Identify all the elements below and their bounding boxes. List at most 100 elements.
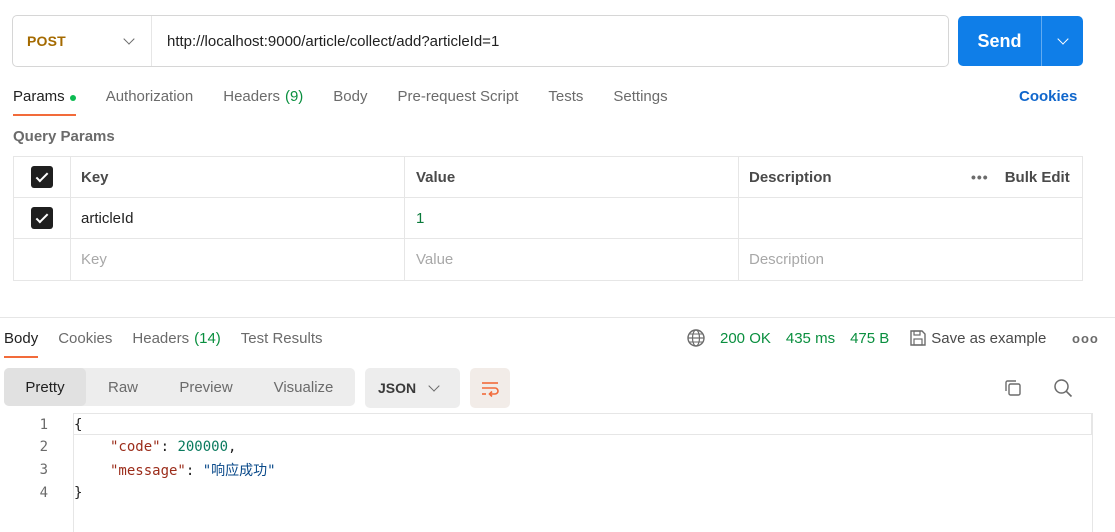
json-separator: : [185, 462, 203, 479]
new-description-input[interactable]: Description [739, 239, 1082, 280]
column-header-value: Value [405, 157, 739, 197]
json-comma: , [228, 438, 237, 455]
view-mode-raw[interactable]: Raw [86, 368, 160, 406]
table-header-row: Key Value Description ••• Bulk Edit [14, 157, 1082, 198]
tab-label: Cookies [58, 330, 113, 347]
code-text: "message": "响应成功" [110, 460, 276, 480]
json-string: "响应成功" [202, 462, 276, 479]
json-key: "message" [110, 462, 186, 479]
response-status: 200 OK 435 ms 475 B Save as example [686, 328, 1046, 348]
new-key-input[interactable]: Key [71, 239, 405, 280]
tab-settings[interactable]: Settings [613, 86, 667, 116]
line-number: 4 [39, 484, 48, 501]
query-params-title: Query Params [13, 128, 115, 145]
response-headers-count: (14) [194, 330, 221, 347]
response-time[interactable]: 435 ms [786, 330, 835, 347]
more-options-icon[interactable]: ooo [1072, 331, 1099, 346]
tab-label: Authorization [105, 88, 194, 105]
copy-icon [1005, 380, 1021, 396]
more-options-icon[interactable]: ••• [971, 169, 989, 185]
tab-response-body[interactable]: Body [4, 328, 39, 358]
method-select[interactable]: POST [13, 16, 152, 66]
row-check-cell [14, 239, 71, 280]
tab-label: Body [333, 88, 368, 105]
tab-headers[interactable]: Headers (9) [223, 86, 303, 116]
tab-label: Body [4, 330, 39, 347]
tab-label: Tests [548, 88, 584, 105]
chevron-down-icon [428, 380, 440, 392]
row-check-cell [14, 198, 71, 238]
tab-authorization[interactable]: Authorization [106, 86, 194, 116]
tab-params[interactable]: Params [13, 86, 76, 116]
param-value[interactable]: 1 [405, 198, 739, 238]
send-button-group: Send [958, 16, 1083, 66]
response-size[interactable]: 475 B [850, 330, 889, 347]
bulk-edit-button[interactable]: Bulk Edit [1005, 169, 1070, 186]
param-key[interactable]: articleId [71, 198, 405, 238]
url-input[interactable] [152, 16, 948, 66]
view-mode-pretty[interactable]: Pretty [4, 368, 86, 406]
search-button[interactable] [1050, 375, 1076, 401]
tab-label: Pre-request Script [397, 88, 519, 105]
request-bar: POST [12, 15, 949, 67]
column-header-key: Key [71, 157, 405, 197]
view-mode-visualize[interactable]: Visualize [252, 368, 355, 406]
tab-label: Test Results [240, 330, 323, 347]
tab-response-headers[interactable]: Headers (14) [132, 328, 220, 358]
table-row-empty: Key Value Description [14, 239, 1082, 280]
json-separator: : [160, 438, 178, 455]
new-value-input[interactable]: Value [405, 239, 739, 280]
param-description[interactable] [739, 198, 1082, 238]
status-code[interactable]: 200 OK [720, 330, 771, 347]
tab-tests[interactable]: Tests [548, 86, 583, 116]
line-number: 3 [39, 461, 48, 478]
table-row: articleId 1 [14, 198, 1082, 239]
code-text: { [74, 416, 83, 433]
save-as-example-button[interactable]: Save as example [931, 330, 1046, 347]
view-mode-preview[interactable]: Preview [160, 368, 252, 406]
tab-test-results[interactable]: Test Results [241, 328, 323, 358]
chevron-down-icon [1056, 33, 1069, 45]
tab-label: Params [13, 88, 65, 105]
response-body-viewer[interactable]: 1 { 2 "code": 200000, 3 "message": "响应成功… [0, 413, 1115, 532]
tab-label: Settings [613, 88, 668, 105]
code-text: } [74, 484, 83, 501]
code-text: "code": 200000, [110, 439, 236, 455]
line-number: 2 [39, 438, 48, 455]
bulk-edit-area: ••• Bulk Edit [959, 157, 1082, 197]
column-header-description: Description [749, 168, 832, 186]
row-checkbox[interactable] [31, 207, 53, 229]
json-number: 200000 [177, 438, 229, 455]
send-button[interactable]: Send [958, 16, 1042, 66]
search-icon [1054, 379, 1073, 398]
select-all-cell [14, 157, 71, 197]
code-line: 1 { [0, 413, 1115, 436]
tab-label: Headers [223, 88, 280, 105]
save-icon [909, 329, 927, 347]
cookies-link[interactable]: Cookies [1019, 88, 1077, 105]
query-params-table: Key Value Description ••• Bulk Edit arti… [13, 156, 1083, 281]
globe-icon[interactable] [686, 328, 706, 348]
pane-divider[interactable] [0, 317, 1115, 318]
send-options-button[interactable] [1042, 16, 1083, 66]
code-line: 2 "code": 200000, [0, 435, 1115, 458]
code-line: 4 } [0, 481, 1115, 504]
check-icon [35, 169, 49, 182]
tab-response-cookies[interactable]: Cookies [58, 328, 112, 358]
response-tabs: Body Cookies Headers (14) Test Results [4, 328, 343, 358]
tab-body[interactable]: Body [333, 86, 367, 116]
json-key: "code" [110, 438, 161, 455]
code-line: 3 "message": "响应成功" [0, 458, 1115, 481]
copy-button[interactable] [1000, 375, 1026, 401]
select-all-checkbox[interactable] [31, 166, 53, 188]
wrap-lines-button[interactable] [470, 368, 510, 408]
tab-pre-request-script[interactable]: Pre-request Script [398, 86, 519, 116]
tab-label: Headers [132, 330, 190, 347]
line-number: 1 [39, 416, 48, 433]
chevron-down-icon [123, 33, 135, 45]
format-select[interactable]: JSON [365, 368, 460, 408]
params-indicator-dot [69, 95, 76, 101]
request-tabs: Params Authorization Headers (9) Body Pr… [13, 86, 698, 116]
method-label: POST [27, 33, 66, 49]
wrap-lines-icon [482, 382, 499, 397]
